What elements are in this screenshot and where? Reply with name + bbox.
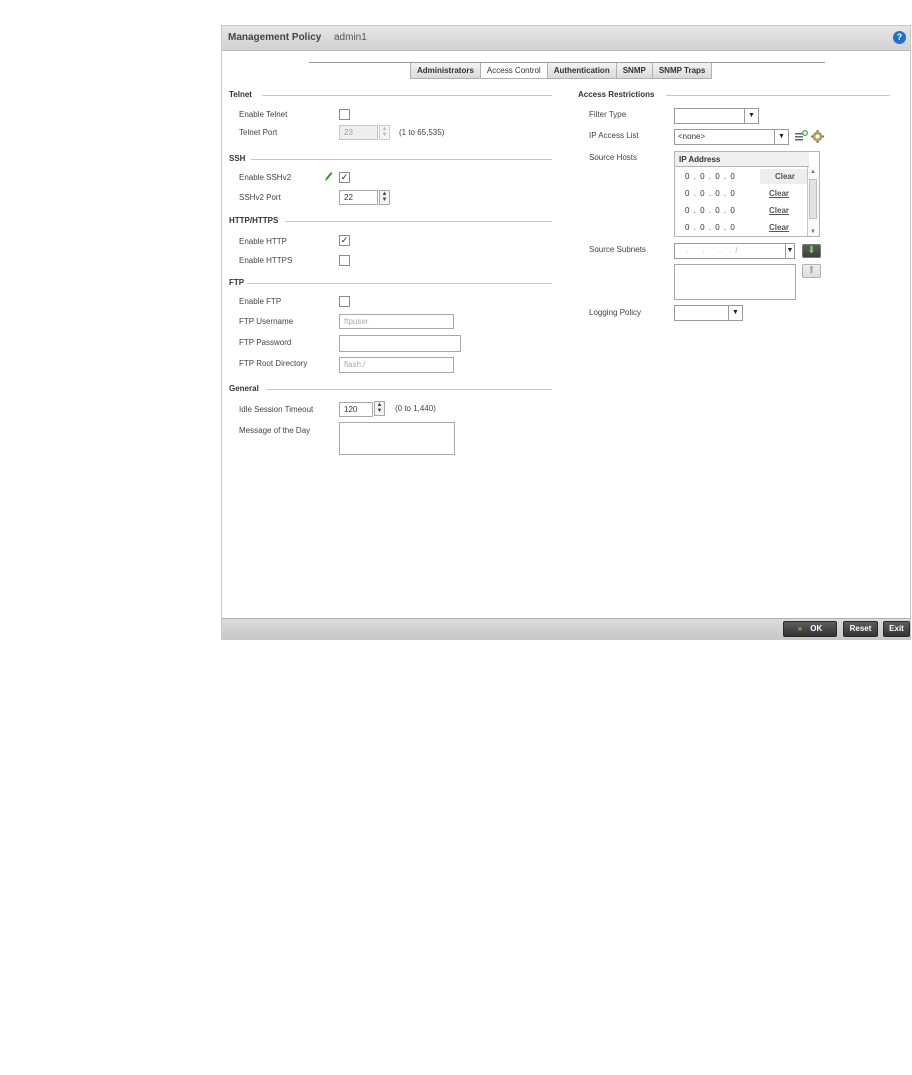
logging-policy-dropdown[interactable]: ▼ [674,305,743,321]
sshv2-port-input[interactable]: 22 [339,190,378,205]
host-ip-input[interactable]: 0 . 0 . 0 . 0 [685,168,736,185]
scroll-thumb[interactable] [809,179,817,219]
chevron-down-icon: ▼ [728,306,742,320]
double-chevron-icon: » [797,624,803,633]
up-arrow-icon: ⬆ [807,265,816,276]
tab-snmp-traps[interactable]: SNMP Traps [651,63,713,79]
clear-button[interactable]: Clear [760,169,810,184]
sshv2-port-label: SSHv2 Port [239,193,281,202]
idle-timeout-stepper[interactable]: ▲ ▼ [374,401,385,416]
chevron-down-icon: ▼ [774,130,788,144]
reset-button[interactable]: Reset [843,621,878,637]
telnet-port-stepper[interactable]: ▲ ▼ [379,125,390,140]
idle-timeout-label: Idle Session Timeout [239,405,314,414]
chevron-down-icon: ▼ [744,109,758,123]
filter-type-dropdown[interactable]: ▼ [674,108,759,124]
http-section-title: HTTP/HTTPS [229,216,279,225]
down-arrow-icon: ⬇ [807,245,816,256]
general-divider [267,389,552,390]
source-subnet-input[interactable]: . . . / ▼ [674,243,795,259]
help-icon[interactable]: ? [893,31,906,44]
host-ip-input[interactable]: 0 . 0 . 0 . 0 [685,185,736,202]
ftp-section-title: FTP [229,278,245,287]
sshv2-port-stepper[interactable]: ▲ ▼ [379,190,390,205]
ftp-password-label: FTP Password [239,338,292,347]
enable-ftp-label: Enable FTP [239,297,282,306]
motd-textarea[interactable] [339,422,455,455]
table-row: 0 . 0 . 0 . 0 Clear [675,168,810,185]
telnet-port-range: (1 to 65,535) [399,128,445,137]
enable-ftp-checkbox[interactable] [339,296,350,307]
ftp-root-directory-input[interactable]: flash:/ [339,357,454,373]
table-row: 0 . 0 . 0 . 0 Clear [675,219,809,236]
enable-http-label: Enable HTTP [239,237,288,246]
tab-bar: Administrators Access Control Authentica… [410,63,713,79]
enable-telnet-label: Enable Telnet [239,110,288,119]
enable-https-label: Enable HTTPS [239,256,293,265]
tab-access-control[interactable]: Access Control [479,63,548,79]
ftp-divider [247,283,552,284]
idle-timeout-input[interactable]: 120 [339,402,373,417]
clear-button[interactable]: Clear [769,185,789,202]
ok-label: OK [810,624,823,633]
host-ip-input[interactable]: 0 . 0 . 0 . 0 [685,219,736,236]
tab-authentication[interactable]: Authentication [546,63,617,79]
remove-subnet-button[interactable]: ⬆ [802,264,821,278]
management-policy-window: Management Policy admin1 ? Administrator… [221,25,911,640]
ssh-section-title: SSH [229,154,246,163]
ftp-username-label: FTP Username [239,317,294,326]
source-hosts-label: Source Hosts [589,153,638,162]
host-ip-input[interactable]: 0 . 0 . 0 . 0 [685,202,736,219]
motd-label: Message of the Day [239,426,311,435]
ok-button[interactable]: » OK [783,621,837,637]
telnet-port-input[interactable]: 23 [339,125,378,140]
enable-https-checkbox[interactable] [339,255,350,266]
enable-http-checkbox[interactable]: ✓ [339,235,350,246]
source-hosts-table: IP Address 0 . 0 . 0 . 0 Clear 0 . 0 . 0… [674,151,820,237]
enable-sshv2-checkbox[interactable]: ✓ [339,172,350,183]
chevron-down-icon: ▼ [785,244,794,258]
telnet-port-label: Telnet Port [239,128,278,137]
ip-access-list-value: <none> [678,132,706,141]
table-row: 0 . 0 . 0 . 0 Clear [675,185,809,202]
ssh-divider [251,159,552,160]
footer-bar: » OK Reset Exit [222,618,910,639]
access-restrictions-divider [666,95,890,96]
exit-button[interactable]: Exit [883,621,910,637]
ftp-username-input[interactable]: ftpuser [339,314,454,329]
filter-type-label: Filter Type [589,110,627,119]
ip-address-column-header: IP Address [675,152,809,167]
ftp-root-directory-label: FTP Root Directory [239,359,308,368]
scroll-down-icon[interactable]: ▼ [808,229,818,235]
gear-icon[interactable] [811,130,824,143]
ip-access-list-dropdown[interactable]: <none> ▼ [674,129,789,145]
add-subnet-button[interactable]: ⬇ [802,244,821,258]
tab-administrators[interactable]: Administrators [410,63,481,79]
add-list-icon[interactable] [795,130,808,142]
source-subnets-list[interactable] [674,264,796,300]
logging-policy-label: Logging Policy [589,308,642,317]
pencil-icon [324,171,333,182]
access-restrictions-title: Access Restrictions [578,90,655,99]
http-divider [285,221,552,222]
tab-snmp[interactable]: SNMP [615,63,653,79]
ip-access-list-label: IP Access List [589,131,639,140]
idle-timeout-range: (0 to 1,440) [395,404,436,413]
clear-button[interactable]: Clear [769,202,789,219]
policy-name: admin1 [334,32,367,43]
table-row: 0 . 0 . 0 . 0 Clear [675,202,809,219]
clear-button[interactable]: Clear [769,219,789,236]
enable-telnet-checkbox[interactable] [339,109,350,120]
source-subnets-label: Source Subnets [589,245,646,254]
general-section-title: General [229,384,259,393]
enable-sshv2-label: Enable SSHv2 [239,173,292,182]
telnet-section-title: Telnet [229,90,252,99]
telnet-divider [262,95,552,96]
source-subnet-value: . . . / [686,246,744,255]
title-bar: Management Policy admin1 ? [222,26,910,51]
hosts-scrollbar[interactable]: ▲ ▼ [807,167,819,236]
ftp-password-input[interactable] [339,335,461,352]
scroll-up-icon[interactable]: ▲ [808,169,818,175]
window-title: Management Policy [228,32,322,43]
